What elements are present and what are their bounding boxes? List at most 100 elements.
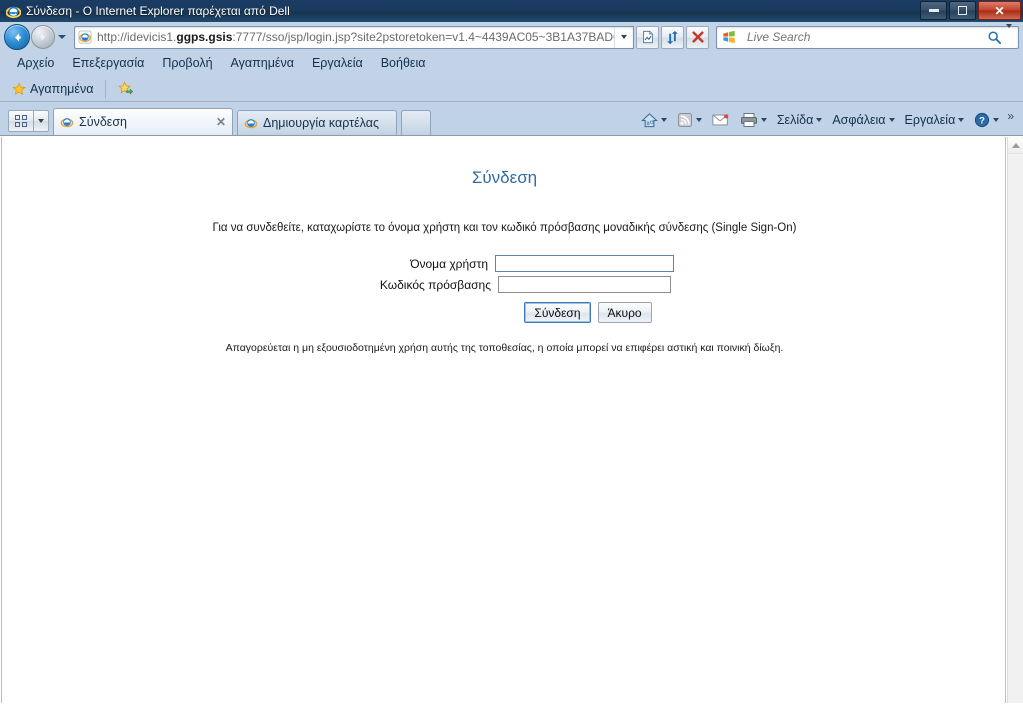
submit-button[interactable]: Σύνδεση: [524, 302, 591, 323]
title-bar: Σύνδεση - Ο Internet Explorer παρέχεται …: [0, 0, 1023, 22]
address-url-text: http://idevicis1.ggps.gsis:7777/sso/jsp/…: [97, 30, 614, 44]
window-controls: ✕: [920, 1, 1021, 20]
compatibility-view-button[interactable]: [636, 25, 659, 49]
print-icon: [740, 112, 758, 128]
command-bar: Σελίδα Ασφάλεια Εργαλεία ? »: [636, 105, 1023, 135]
legal-notice: Απαγορεύεται η μη εξουσιοδοτημένη χρήση …: [225, 342, 784, 354]
favorites-center-button[interactable]: Αγαπημένα: [6, 80, 99, 98]
username-input[interactable]: [495, 255, 674, 272]
home-icon: [640, 112, 658, 129]
address-bar-row: http://idevicis1.ggps.gsis:7777/sso/jsp/…: [0, 22, 1023, 52]
refresh-button[interactable]: [661, 25, 684, 49]
search-provider-dropdown[interactable]: [1006, 24, 1012, 46]
quick-tabs-icon: [15, 115, 27, 127]
page-scrollbar[interactable]: [1007, 137, 1023, 703]
close-icon: ✕: [994, 3, 1005, 18]
chevron-down-icon: [58, 35, 66, 39]
recent-pages-button[interactable]: [56, 24, 68, 50]
forward-button[interactable]: [31, 25, 55, 49]
toolbar-separator: [105, 79, 107, 98]
menu-item-file[interactable]: Αρχείο: [8, 54, 63, 72]
search-icon[interactable]: [987, 30, 1002, 45]
minimize-button[interactable]: [920, 1, 947, 20]
restore-icon: [958, 6, 967, 15]
close-button[interactable]: ✕: [978, 1, 1021, 20]
chevron-down-icon: [1006, 24, 1012, 45]
favorites-label: Αγαπημένα: [30, 81, 94, 96]
navigation-buttons: [4, 24, 68, 50]
chevron-down-icon: [38, 119, 44, 123]
mail-icon: [712, 113, 730, 127]
tab-close-icon[interactable]: ✕: [216, 115, 226, 129]
mail-button[interactable]: [707, 111, 735, 129]
address-dropdown-button[interactable]: [614, 26, 633, 48]
chevron-down-icon: [621, 35, 627, 39]
chevron-down-icon[interactable]: [695, 118, 702, 122]
search-input[interactable]: [745, 29, 987, 45]
stop-button[interactable]: [686, 25, 709, 49]
chevron-down-icon[interactable]: [760, 118, 767, 122]
page-menu-button[interactable]: Σελίδα: [772, 111, 828, 129]
search-box[interactable]: [716, 24, 1019, 49]
safety-menu-label: Ασφάλεια: [832, 113, 886, 127]
tab-label: Σύνδεση: [79, 115, 128, 129]
print-button[interactable]: [735, 110, 772, 130]
tools-menu-button[interactable]: Εργαλεία: [900, 111, 970, 129]
form-buttons: Σύνδεση Άκυρο: [524, 302, 652, 323]
chevron-down-icon[interactable]: [660, 118, 667, 122]
refresh-icon: [667, 30, 678, 44]
browser-viewport: Σύνδεση Για να συνδεθείτε, καταχωρίστε τ…: [0, 135, 1023, 704]
page-content: Σύνδεση Για να συνδεθείτε, καταχωρίστε τ…: [1, 137, 1006, 703]
compatibility-view-icon: [642, 30, 653, 44]
address-url-domain: ggps.gsis: [176, 30, 233, 44]
safety-menu-button[interactable]: Ασφάλεια: [827, 111, 899, 129]
favorites-bar: Αγαπημένα: [0, 76, 1023, 102]
tab-favicon: [60, 115, 74, 129]
tab-favicon: [244, 116, 258, 130]
tab-login[interactable]: Σύνδεση ✕: [53, 108, 233, 135]
command-bar-overflow-button[interactable]: »: [1004, 109, 1017, 131]
menu-item-view[interactable]: Προβολή: [153, 54, 221, 72]
tab-list-button[interactable]: [34, 110, 49, 132]
stop-icon: [691, 31, 704, 43]
quick-tabs-button[interactable]: [8, 110, 34, 132]
help-menu-button[interactable]: ?: [969, 110, 1004, 130]
password-input[interactable]: [498, 276, 671, 293]
address-url-prefix: http://idevicis1.: [97, 30, 177, 44]
menu-bar: Αρχείο Επεξεργασία Προβολή Αγαπημένα Εργ…: [0, 52, 1023, 74]
tab-new-tab-page[interactable]: Δημιουργία καρτέλας: [237, 110, 397, 135]
new-tab-button[interactable]: [401, 110, 431, 135]
chevron-down-icon: [958, 118, 965, 122]
menu-item-help[interactable]: Βοήθεια: [372, 54, 435, 72]
windows-live-icon: [722, 30, 736, 44]
page-favicon: [78, 30, 92, 44]
password-label: Κωδικός πρόσβασης: [379, 277, 491, 292]
password-row: Κωδικός πρόσβασης: [338, 276, 671, 293]
menu-item-favorites[interactable]: Αγαπημένα: [222, 54, 303, 72]
cancel-button[interactable]: Άκυρο: [597, 302, 652, 323]
page-title: Σύνδεση: [471, 168, 538, 187]
rss-feeds-icon: [677, 112, 693, 128]
chevron-down-icon: [816, 118, 823, 122]
tools-menu-label: Εργαλεία: [904, 113, 956, 127]
feeds-button[interactable]: [672, 110, 707, 130]
address-url-suffix: :7777/sso/jsp/login.jsp?site2pstoretoken…: [232, 30, 614, 44]
scroll-up-button[interactable]: [1008, 137, 1023, 154]
svg-text:?: ?: [979, 116, 985, 127]
menu-item-tools[interactable]: Εργαλεία: [303, 54, 372, 72]
add-to-favorites-icon: [118, 81, 134, 96]
add-to-favorites-button[interactable]: [112, 79, 139, 98]
chevron-up-icon: [1012, 142, 1020, 148]
back-button[interactable]: [4, 24, 30, 50]
internet-explorer-icon: [5, 4, 22, 19]
chevron-down-icon: [888, 118, 895, 122]
address-bar[interactable]: http://idevicis1.ggps.gsis:7777/sso/jsp/…: [74, 25, 634, 49]
minimize-icon: [928, 9, 939, 12]
restore-button[interactable]: [949, 1, 976, 20]
login-form: Όνομα χρήστη Κωδικός πρόσβασης Σύνδεση Ά…: [2, 255, 1005, 323]
menu-item-edit[interactable]: Επεξεργασία: [63, 54, 153, 72]
login-instructions: Για να συνδεθείτε, καταχωρίστε το όνομα …: [212, 222, 797, 234]
internet-explorer-window: Σύνδεση - Ο Internet Explorer παρέχεται …: [0, 0, 1023, 704]
home-button[interactable]: [636, 110, 672, 131]
help-icon: ?: [974, 112, 990, 128]
